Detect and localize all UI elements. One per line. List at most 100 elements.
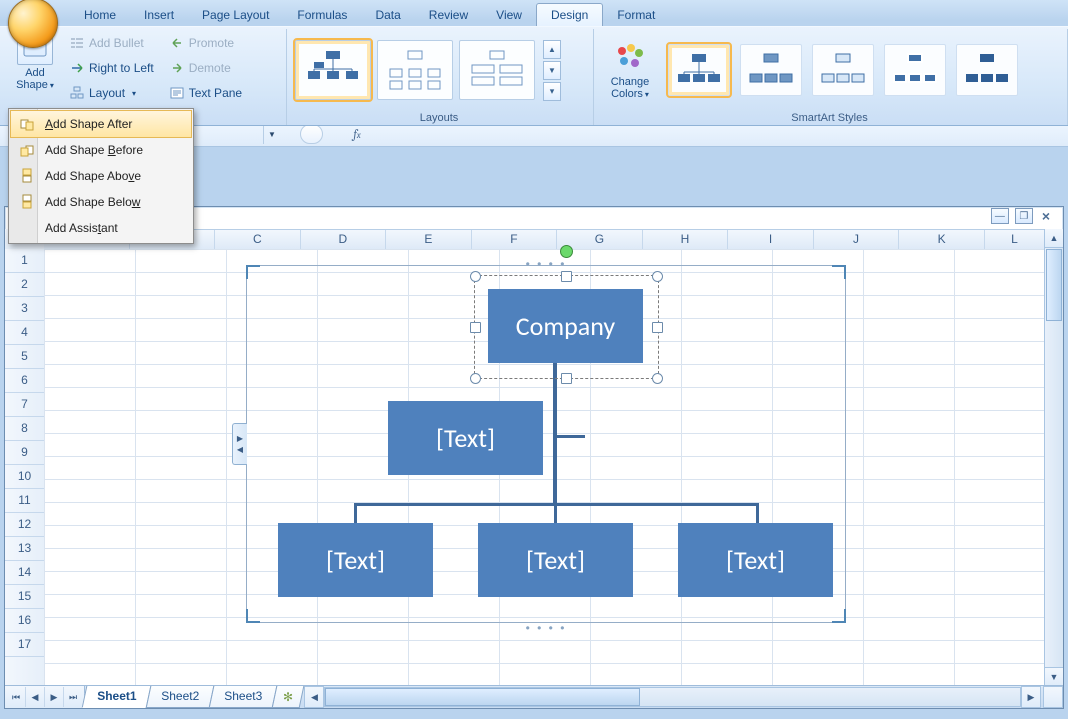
col-header[interactable]: K: [899, 230, 985, 250]
scroll-left-button[interactable]: ◀: [304, 686, 324, 708]
change-colors-button[interactable]: ChangeColors▾: [602, 40, 658, 101]
promote-button[interactable]: Promote: [166, 32, 246, 54]
smartart-node-assistant[interactable]: [Text]: [388, 401, 543, 475]
add-bullet-button[interactable]: Add Bullet: [66, 32, 158, 54]
col-header[interactable]: H: [643, 230, 729, 250]
resize-grip[interactable]: [1043, 686, 1063, 708]
menu-add-shape-below[interactable]: Add Shape Below: [11, 189, 191, 215]
cell-grid[interactable]: • • • • • • • • ▶◀ Company: [44, 249, 1045, 686]
window-close-button[interactable]: ×: [1039, 208, 1053, 224]
resize-handle[interactable]: [652, 373, 663, 384]
layout-gallery-more[interactable]: ▾: [543, 82, 561, 101]
style-thumb-3[interactable]: [812, 44, 874, 96]
tab-data[interactable]: Data: [361, 4, 414, 26]
row-header[interactable]: 4: [5, 321, 44, 345]
row-header[interactable]: 1: [5, 249, 44, 273]
row-header[interactable]: 3: [5, 297, 44, 321]
smartart-diagram[interactable]: • • • • • • • • ▶◀ Company: [246, 265, 846, 623]
smartart-node-child-1[interactable]: [Text]: [278, 523, 433, 597]
layout-thumb-1[interactable]: [295, 40, 371, 100]
col-header[interactable]: L: [985, 230, 1045, 250]
resize-handle[interactable]: [561, 271, 572, 282]
resize-handle[interactable]: [470, 373, 481, 384]
col-header[interactable]: I: [728, 230, 814, 250]
tab-formulas[interactable]: Formulas: [283, 4, 361, 26]
scroll-down-button[interactable]: ▼: [1045, 667, 1063, 686]
row-headers[interactable]: 1 2 3 4 5 6 7 8 9 10 11 12 13 14 15 16 1…: [5, 249, 45, 686]
row-header[interactable]: 8: [5, 417, 44, 441]
scroll-up-button[interactable]: ▲: [1045, 229, 1063, 248]
col-header[interactable]: J: [814, 230, 900, 250]
row-header[interactable]: 13: [5, 537, 44, 561]
tab-design[interactable]: Design: [536, 3, 603, 26]
horizontal-scrollbar[interactable]: [324, 687, 1021, 707]
resize-handle[interactable]: [470, 322, 481, 333]
menu-add-shape-after[interactable]: Add Shape After: [11, 111, 191, 137]
text-pane-button[interactable]: Text Pane: [166, 82, 246, 104]
sheet-tab-2[interactable]: Sheet2: [146, 686, 215, 708]
window-restore-button[interactable]: ❐: [1015, 208, 1033, 224]
menu-add-shape-before[interactable]: Add Shape Before: [11, 137, 191, 163]
col-header[interactable]: E: [386, 230, 472, 250]
fx-icon[interactable]: fx: [353, 127, 360, 141]
sheet-nav-prev[interactable]: ◀: [26, 687, 45, 707]
row-header[interactable]: 2: [5, 273, 44, 297]
tab-home[interactable]: Home: [70, 4, 130, 26]
resize-handle[interactable]: [470, 271, 481, 282]
office-button[interactable]: [8, 0, 58, 48]
layout-gallery-up[interactable]: ▲: [543, 40, 561, 59]
row-header[interactable]: 7: [5, 393, 44, 417]
style-thumb-2[interactable]: [740, 44, 802, 96]
right-to-left-button[interactable]: Right to Left: [66, 57, 158, 79]
text-pane-toggle[interactable]: ▶◀: [232, 423, 247, 465]
tab-format[interactable]: Format: [603, 4, 669, 26]
name-box-dropdown[interactable]: ▼: [263, 124, 280, 144]
resize-handle[interactable]: [652, 271, 663, 282]
window-minimize-button[interactable]: —: [991, 208, 1009, 224]
row-header[interactable]: 11: [5, 489, 44, 513]
menu-add-assistant[interactable]: Add Assistant: [11, 215, 191, 241]
scroll-right-button[interactable]: ▶: [1021, 686, 1041, 708]
row-header[interactable]: 12: [5, 513, 44, 537]
horizontal-scroll-thumb[interactable]: [325, 688, 640, 706]
formula-bar-input[interactable]: [371, 126, 1068, 142]
tab-page-layout[interactable]: Page Layout: [188, 4, 283, 26]
vertical-scroll-thumb[interactable]: [1046, 249, 1062, 321]
tab-review[interactable]: Review: [415, 4, 482, 26]
row-header[interactable]: 6: [5, 369, 44, 393]
sheet-tab-3[interactable]: Sheet3: [209, 686, 278, 708]
row-header[interactable]: 9: [5, 441, 44, 465]
menu-add-shape-above[interactable]: Add Shape Above: [11, 163, 191, 189]
layout-dropdown[interactable]: Layout▾: [66, 82, 158, 104]
smartart-top-handle[interactable]: • • • •: [526, 257, 567, 271]
col-header[interactable]: C: [215, 230, 301, 250]
resize-handle[interactable]: [561, 373, 572, 384]
cancel-formula-button[interactable]: [300, 124, 323, 144]
row-header[interactable]: 17: [5, 633, 44, 657]
layout-thumb-2[interactable]: [377, 40, 453, 100]
demote-button[interactable]: Demote: [166, 57, 246, 79]
style-thumb-1[interactable]: [668, 44, 730, 96]
new-sheet-button[interactable]: ✻: [272, 686, 305, 708]
row-header[interactable]: 15: [5, 585, 44, 609]
row-header[interactable]: 10: [5, 465, 44, 489]
vertical-scrollbar[interactable]: ▲ ▼: [1044, 229, 1063, 686]
smartart-node-child-2[interactable]: [Text]: [478, 523, 633, 597]
smartart-node-child-3[interactable]: [Text]: [678, 523, 833, 597]
sheet-tab-1[interactable]: Sheet1: [82, 686, 152, 708]
col-header[interactable]: D: [301, 230, 387, 250]
row-header[interactable]: 14: [5, 561, 44, 585]
resize-handle[interactable]: [652, 322, 663, 333]
col-header[interactable]: F: [472, 230, 558, 250]
style-thumb-4[interactable]: [884, 44, 946, 96]
column-headers[interactable]: A B C D E F G H I J K L: [44, 229, 1045, 251]
tab-view[interactable]: View: [482, 4, 536, 26]
row-header[interactable]: 5: [5, 345, 44, 369]
sheet-nav-first[interactable]: ⏮: [7, 687, 26, 707]
tab-insert[interactable]: Insert: [130, 4, 188, 26]
row-header[interactable]: 16: [5, 609, 44, 633]
smartart-bottom-handle[interactable]: • • • •: [526, 621, 567, 635]
sheet-nav-last[interactable]: ⏭: [64, 687, 82, 707]
sheet-nav-next[interactable]: ▶: [45, 687, 64, 707]
smartart-rotate-handle[interactable]: [560, 245, 573, 258]
